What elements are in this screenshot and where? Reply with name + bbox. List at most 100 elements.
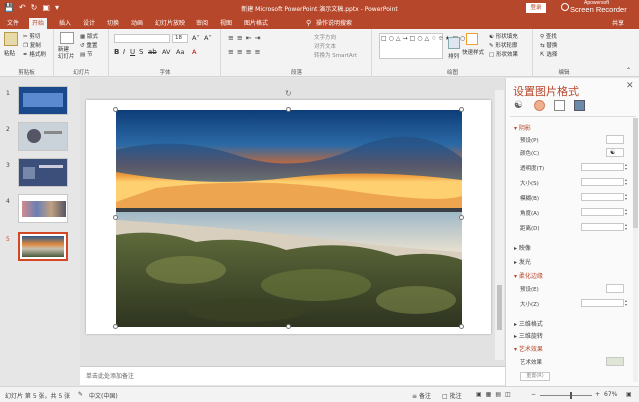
align-text-button[interactable]: 对齐文本 — [314, 42, 336, 50]
section-3d-format[interactable]: ▸ 三维格式 — [514, 319, 543, 328]
paste-icon[interactable] — [4, 32, 18, 46]
angle-spinner[interactable]: ▴ ▾ — [625, 208, 630, 216]
select-button[interactable]: ⇱ 选择 — [540, 50, 557, 58]
angle-input[interactable] — [581, 208, 624, 216]
tab-picture-format[interactable]: 图片格式 — [241, 18, 271, 29]
arrange-button[interactable]: 排列 — [448, 52, 459, 60]
shadow-color-button[interactable]: ☯ — [606, 148, 624, 157]
slide-thumb-2[interactable] — [18, 122, 68, 151]
slide-scrollbar-thumb[interactable] — [497, 285, 502, 330]
blur-input[interactable] — [581, 193, 624, 201]
fill-line-icon[interactable]: ☯ — [514, 100, 525, 111]
tab-slideshow[interactable]: 幻灯片放映 — [152, 18, 188, 29]
zoom-level[interactable]: 67% — [604, 391, 617, 398]
replace-button[interactable]: ⇆ 替换 — [540, 41, 557, 49]
size-spinner[interactable]: ▴ ▾ — [625, 178, 630, 186]
arrange-icon[interactable] — [448, 37, 460, 49]
view-buttons[interactable]: ▣▦▤◫ — [476, 391, 515, 398]
slide-thumb-4[interactable] — [18, 194, 68, 223]
zoom-in-icon[interactable]: + — [595, 391, 600, 398]
slide-picture[interactable] — [116, 110, 462, 327]
soft-edges-size-spinner[interactable]: ▴ ▾ — [625, 299, 630, 307]
spacing-icon[interactable]: AV — [162, 48, 170, 56]
transparency-spinner[interactable]: ▴ ▾ — [625, 163, 630, 171]
size-properties-icon[interactable] — [554, 100, 565, 111]
tab-review[interactable]: 审阅 — [193, 18, 211, 29]
font-size-input[interactable]: 18 — [172, 34, 188, 43]
reset-effects-button[interactable]: 重置(R) — [520, 372, 550, 381]
change-case-icon[interactable]: Aa — [176, 48, 184, 56]
layout-button[interactable]: ▦ 版式 — [80, 32, 98, 40]
cut-button[interactable]: ✂ 剪切 — [23, 32, 40, 40]
slide-scrollbar[interactable] — [495, 90, 504, 360]
find-button[interactable]: ⚲ 查找 — [540, 32, 557, 40]
resize-handle-bottom[interactable] — [286, 324, 291, 329]
quick-styles-icon[interactable] — [466, 33, 478, 45]
soft-edges-size-input[interactable] — [581, 299, 624, 307]
transparency-input[interactable] — [581, 163, 624, 171]
section-shadow[interactable]: ▾ 阴影 — [514, 123, 531, 132]
reset-button[interactable]: ↺ 重置 — [80, 41, 97, 49]
new-slide-button[interactable]: 新建 幻灯片 — [58, 47, 75, 61]
resize-handle-bottom-left[interactable] — [113, 324, 118, 329]
zoom-slider[interactable] — [540, 395, 592, 396]
comments-toggle[interactable]: □ 批注 — [442, 391, 462, 400]
resize-handle-left[interactable] — [113, 215, 118, 220]
tab-design[interactable]: 设计 — [80, 18, 98, 29]
pane-scrollbar-thumb[interactable] — [633, 118, 638, 228]
resize-handle-top[interactable] — [286, 107, 291, 112]
section-soft-edges[interactable]: ▾ 柔化边缘 — [514, 271, 543, 280]
collapse-ribbon-icon[interactable]: ⌃ — [626, 67, 631, 74]
language-indicator[interactable]: 中文(中国) — [89, 391, 118, 400]
grow-font-icon[interactable]: A˄ — [192, 34, 200, 42]
slide-thumb-3[interactable] — [18, 158, 68, 187]
font-color-icon[interactable]: A — [192, 48, 196, 56]
rotate-handle-icon[interactable]: ↻ — [285, 89, 292, 98]
blur-spinner[interactable]: ▴ ▾ — [625, 193, 630, 201]
slide-thumb-1[interactable] — [18, 86, 68, 115]
section-button[interactable]: ▤ 节 — [80, 50, 92, 58]
strikethrough-icon[interactable]: ab — [148, 48, 157, 56]
shapes-gallery[interactable]: □○△→□○△♢⯐★□○ — [379, 33, 465, 59]
share-button[interactable]: 共享 — [612, 18, 624, 29]
notes-toggle[interactable]: ≡ 备注 — [412, 391, 431, 400]
font-name-input[interactable] — [114, 34, 170, 43]
fit-slide-icon[interactable]: ▣ — [626, 391, 632, 398]
shape-fill-button[interactable]: ☯ 形状填充 — [489, 32, 518, 40]
zoom-out-icon[interactable]: − — [531, 391, 536, 398]
copy-button[interactable]: ❐ 复制 — [23, 41, 41, 49]
section-artistic-effects[interactable]: ▾ 艺术效果 — [514, 344, 543, 353]
shadow-preset-button[interactable] — [606, 135, 624, 144]
spellcheck-icon[interactable]: ✎ — [78, 391, 83, 398]
distance-spinner[interactable]: ▴ ▾ — [625, 223, 630, 231]
shrink-font-icon[interactable]: A˅ — [204, 34, 212, 42]
close-icon[interactable]: ✕ — [626, 81, 634, 91]
shadow-text-icon[interactable]: S — [139, 48, 143, 56]
align-buttons[interactable]: ≡≡≡≡ — [228, 48, 263, 56]
tab-transitions[interactable]: 切换 — [104, 18, 122, 29]
shape-outline-button[interactable]: ✎ 形状轮廓 — [489, 41, 517, 49]
underline-icon[interactable]: U — [130, 48, 135, 56]
tab-insert[interactable]: 插入 — [56, 18, 74, 29]
resize-handle-bottom-right[interactable] — [459, 324, 464, 329]
section-3d-rotation[interactable]: ▸ 三维旋转 — [514, 331, 543, 340]
tab-animations[interactable]: 动画 — [128, 18, 146, 29]
quick-styles-button[interactable]: 快速样式 — [462, 48, 484, 56]
artistic-effect-button[interactable] — [606, 357, 624, 366]
distance-input[interactable] — [581, 223, 624, 231]
notes-pane[interactable]: 单击此处添加备注 — [80, 366, 505, 385]
shape-effects-button[interactable]: □ 形状效果 — [489, 50, 518, 58]
tab-home[interactable]: 开始 — [29, 18, 48, 29]
new-slide-icon[interactable] — [60, 32, 74, 44]
tell-me-search[interactable]: 操作说明搜索 — [313, 18, 355, 29]
tab-file[interactable]: 文件 — [4, 18, 22, 29]
bold-icon[interactable]: B — [114, 48, 119, 56]
text-direction-button[interactable]: 文字方向 — [314, 33, 336, 41]
resize-handle-right[interactable] — [459, 215, 464, 220]
format-painter-button[interactable]: ✒ 格式刷 — [23, 50, 46, 58]
section-reflection[interactable]: ▸ 映像 — [514, 243, 531, 252]
size-input[interactable] — [581, 178, 624, 186]
login-button[interactable]: 登录 — [526, 3, 546, 13]
zoom-slider-knob[interactable] — [570, 392, 572, 399]
paste-button[interactable]: 粘贴 — [4, 49, 15, 57]
